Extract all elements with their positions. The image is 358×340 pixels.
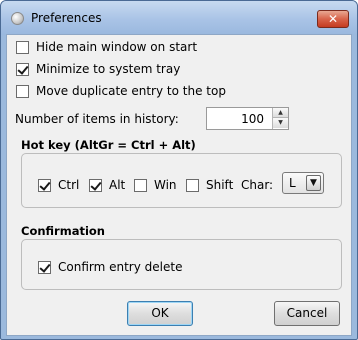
alt-checkbox[interactable]	[89, 178, 102, 192]
win-option[interactable]: Win	[134, 178, 177, 192]
minimize-to-tray-label: Minimize to system tray	[36, 62, 181, 76]
confirm-delete-option[interactable]: Confirm entry delete	[38, 260, 182, 274]
dialog-body: Hide main window on start Minimize to sy…	[6, 34, 352, 336]
spinner-buttons: ▲ ▼	[272, 108, 288, 129]
minimize-to-tray-checkbox[interactable]	[16, 62, 29, 76]
title-bar[interactable]: Preferences ✕	[1, 1, 357, 35]
char-label: Char:	[241, 178, 274, 192]
cancel-button[interactable]: Cancel	[274, 301, 340, 326]
confirmation-group-title: Confirmation	[21, 224, 105, 238]
shift-option[interactable]: Shift	[186, 178, 233, 192]
hide-main-window-label: Hide main window on start	[36, 40, 198, 54]
history-count-value[interactable]: 100	[241, 112, 264, 126]
spin-down-icon[interactable]: ▼	[273, 118, 288, 128]
history-label: Number of items in history:	[15, 112, 179, 126]
chevron-down-icon[interactable]: ▼	[306, 175, 321, 191]
hide-main-window-option[interactable]: Hide main window on start	[16, 40, 197, 54]
minimize-to-tray-option[interactable]: Minimize to system tray	[16, 62, 180, 76]
ctrl-checkbox[interactable]	[38, 178, 51, 192]
shift-checkbox[interactable]	[186, 178, 199, 192]
move-duplicate-checkbox[interactable]	[16, 84, 29, 98]
alt-option[interactable]: Alt	[89, 178, 125, 192]
confirm-delete-checkbox[interactable]	[38, 260, 51, 274]
ok-button[interactable]: OK	[127, 301, 193, 326]
ctrl-label: Ctrl	[58, 178, 80, 192]
close-icon: ✕	[327, 12, 339, 26]
hide-main-window-checkbox[interactable]	[16, 40, 29, 54]
history-count-spinner[interactable]: 100 ▲ ▼	[206, 107, 289, 130]
alt-label: Alt	[109, 178, 126, 192]
preferences-window: Preferences ✕ Hide main window on start …	[0, 0, 358, 340]
win-checkbox[interactable]	[134, 178, 147, 192]
char-select[interactable]: L ▼	[282, 172, 324, 194]
spin-up-icon[interactable]: ▲	[273, 108, 288, 118]
win-label: Win	[154, 178, 177, 192]
char-select-value: L	[289, 176, 296, 190]
close-button[interactable]: ✕	[317, 10, 349, 28]
ctrl-option[interactable]: Ctrl	[38, 178, 79, 192]
move-duplicate-option[interactable]: Move duplicate entry to the top	[16, 84, 226, 98]
app-icon	[11, 12, 24, 25]
hotkey-group-title: Hot key (AltGr = Ctrl + Alt)	[21, 138, 196, 152]
confirm-delete-label: Confirm entry delete	[58, 260, 183, 274]
shift-label: Shift	[206, 178, 234, 192]
move-duplicate-label: Move duplicate entry to the top	[36, 84, 226, 98]
window-title: Preferences	[31, 11, 102, 25]
